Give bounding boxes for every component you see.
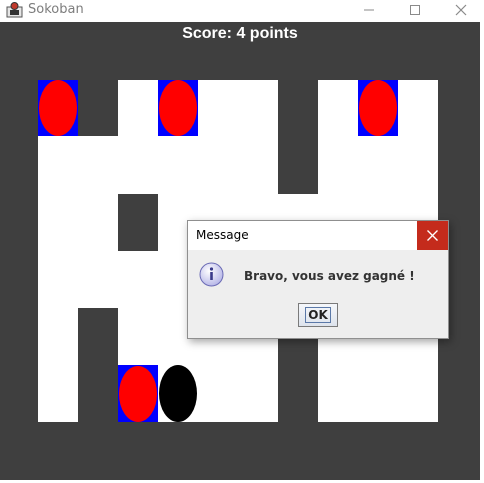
box-on-target — [119, 366, 157, 422]
close-icon — [455, 4, 467, 16]
info-icon — [199, 262, 224, 287]
maximize-button[interactable] — [392, 0, 438, 20]
ok-button[interactable]: OK — [298, 303, 338, 327]
minimize-button[interactable] — [346, 0, 392, 20]
player — [159, 365, 197, 422]
score-label: Score: 4 points — [182, 25, 298, 42]
floor-tile — [38, 308, 78, 422]
ok-button-label: OK — [305, 307, 331, 323]
close-icon — [427, 230, 438, 241]
dialog-close-button[interactable] — [417, 221, 448, 250]
minimize-icon — [364, 9, 374, 11]
sokoban-app-icon — [6, 2, 23, 18]
maximize-icon — [410, 5, 420, 15]
window-titlebar: Sokoban — [0, 0, 484, 20]
box-on-target — [359, 80, 397, 136]
floor-tile — [38, 136, 278, 194]
floor-tile — [118, 80, 278, 136]
floor-tile — [318, 365, 438, 422]
dialog-titlebar: Message — [188, 221, 448, 250]
floor-tile — [318, 136, 438, 194]
wall-tile — [118, 194, 158, 251]
dialog-message: Bravo, vous avez gagné ! — [244, 269, 415, 283]
window-title: Sokoban — [28, 2, 84, 17]
box-on-target — [39, 80, 77, 136]
dialog-title: Message — [196, 228, 249, 242]
window-edge — [480, 0, 484, 483]
message-dialog: Message Bravo, vous avez gagné ! OK — [187, 220, 449, 339]
close-window-button[interactable] — [438, 0, 484, 20]
box-on-target — [159, 80, 197, 136]
